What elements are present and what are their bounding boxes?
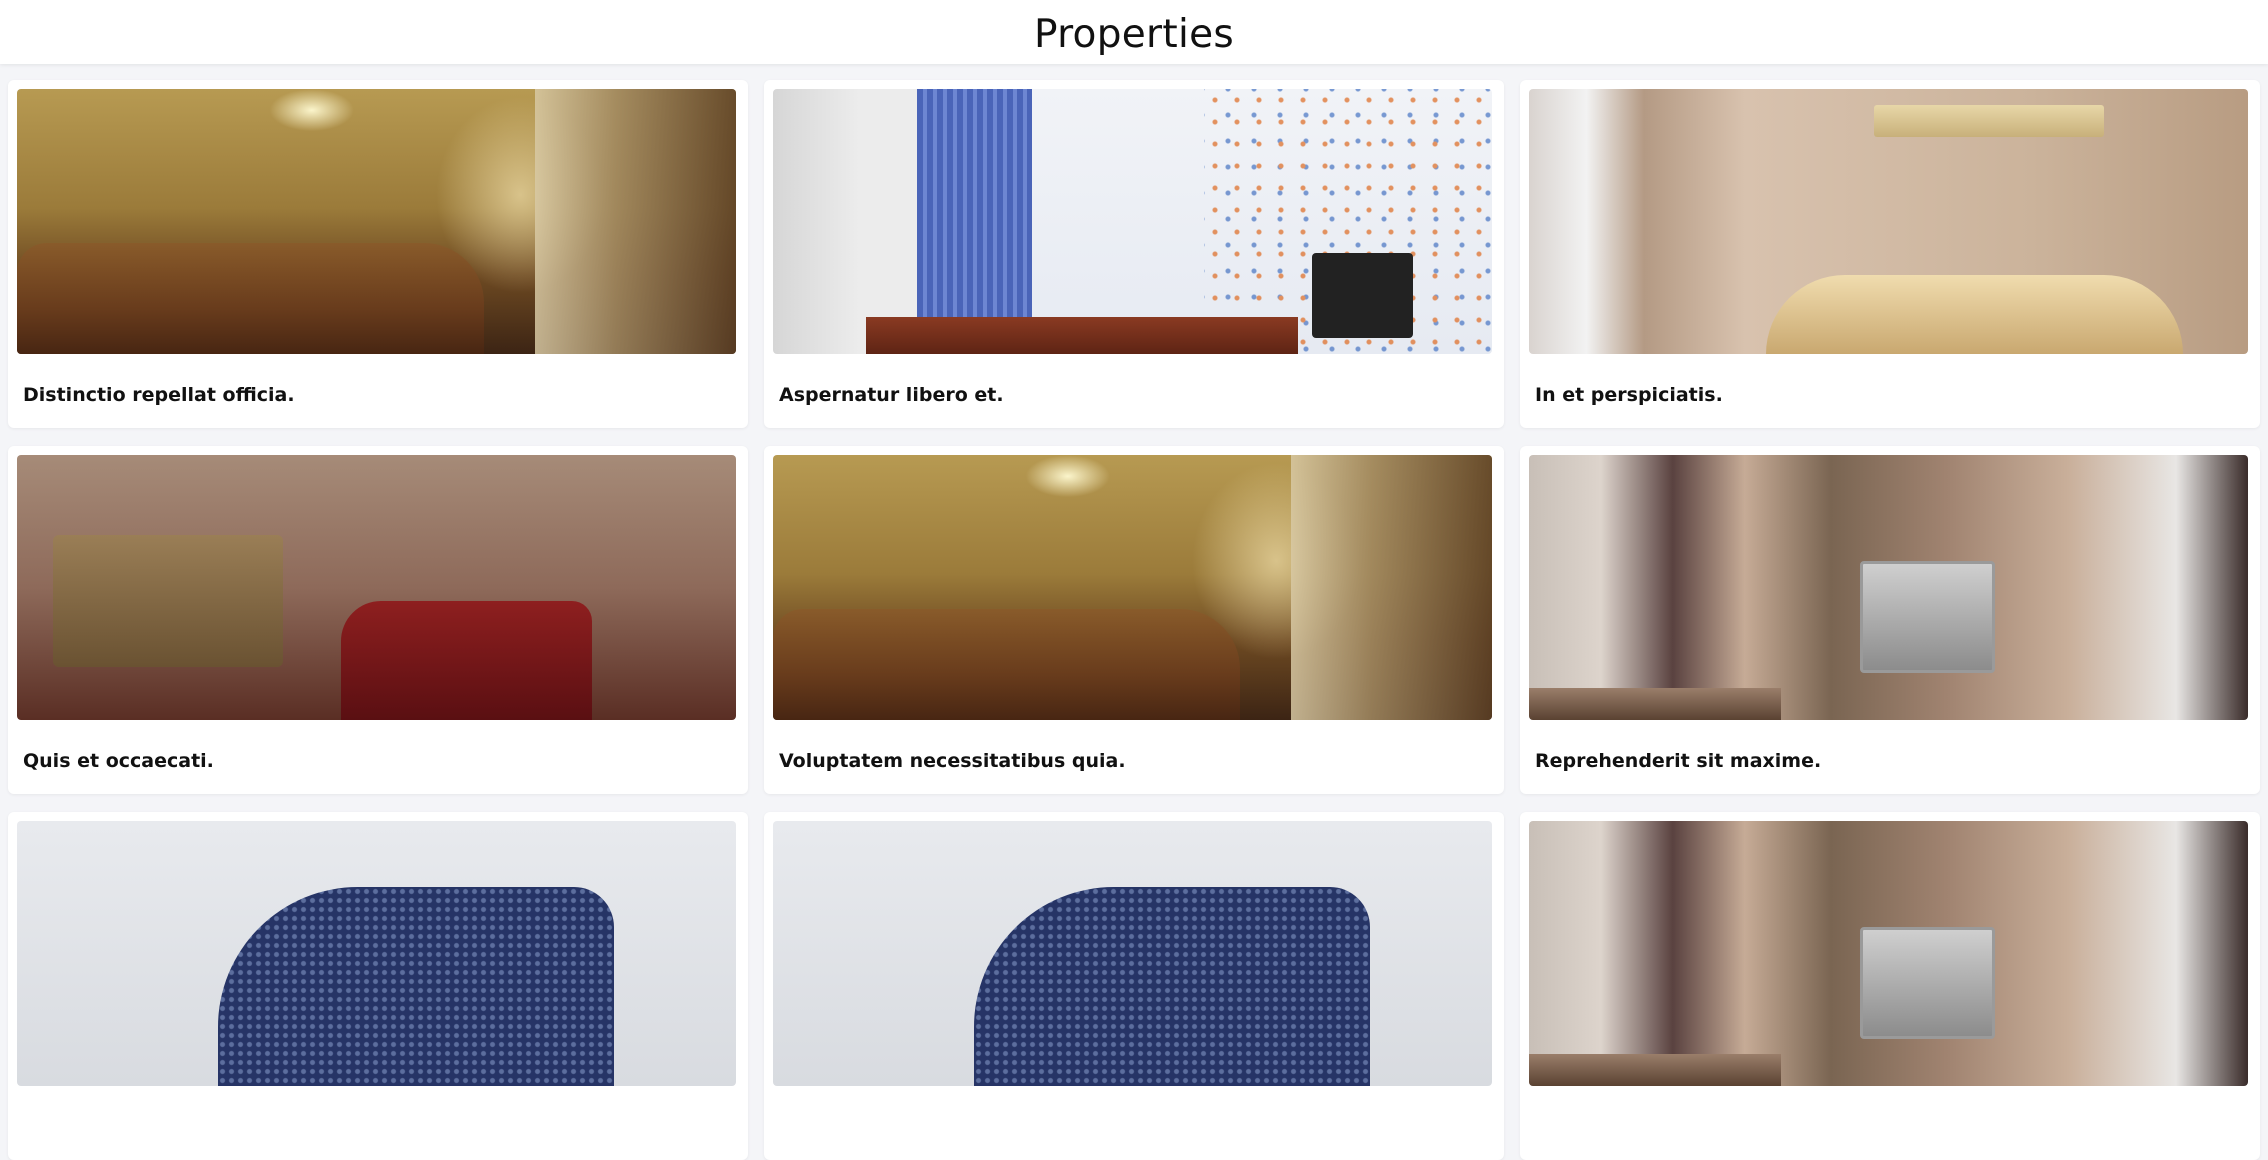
property-image: [17, 455, 736, 720]
property-image: [17, 89, 736, 354]
page-header: Properties: [0, 0, 2268, 64]
property-title: Quis et occaecati.: [23, 750, 214, 772]
property-card[interactable]: Reprehenderit sit maxime.: [1520, 446, 2260, 794]
property-title: Voluptatem necessitatibus quia.: [779, 750, 1126, 772]
property-image: [773, 821, 1492, 1086]
property-image: [17, 821, 736, 1086]
property-image: [773, 455, 1492, 720]
property-card[interactable]: Quis et occaecati.: [8, 446, 748, 794]
property-card[interactable]: Distinctio repellat officia.: [8, 80, 748, 428]
property-title: Aspernatur libero et.: [779, 384, 1004, 406]
property-card[interactable]: [1520, 812, 2260, 1160]
property-card[interactable]: [764, 812, 1504, 1160]
property-card[interactable]: In et perspiciatis.: [1520, 80, 2260, 428]
property-title: Distinctio repellat officia.: [23, 384, 295, 406]
property-grid: Distinctio repellat officia. Aspernatur …: [8, 80, 2260, 1160]
property-card[interactable]: [8, 812, 748, 1160]
property-image: [1529, 821, 2248, 1086]
property-image: [1529, 455, 2248, 720]
property-title: In et perspiciatis.: [1535, 384, 1723, 406]
property-image: [773, 89, 1492, 354]
page-title: Properties: [1033, 11, 1235, 57]
property-card[interactable]: Aspernatur libero et.: [764, 80, 1504, 428]
tv-shape: [1312, 253, 1413, 339]
property-title: Reprehenderit sit maxime.: [1535, 750, 1822, 772]
property-image: [1529, 89, 2248, 354]
property-card[interactable]: Voluptatem necessitatibus quia.: [764, 446, 1504, 794]
